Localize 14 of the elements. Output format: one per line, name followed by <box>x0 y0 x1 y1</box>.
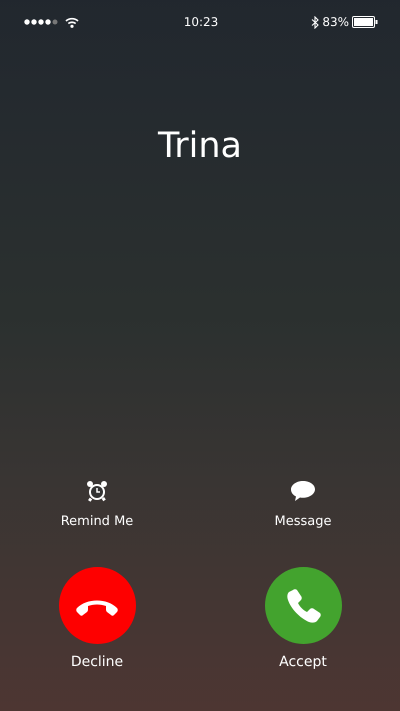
clock-time: 10:23 <box>184 15 218 29</box>
button-label: Decline <box>70 654 124 670</box>
message-button[interactable]: Message <box>238 480 368 529</box>
bluetooth-icon <box>311 16 320 28</box>
battery-percentage: 83% <box>322 15 349 29</box>
remind-me-button[interactable]: Remind Me <box>32 480 162 529</box>
speech-bubble-icon <box>290 480 316 502</box>
signal-strength-icon <box>24 19 59 25</box>
alarm-clock-icon <box>86 480 108 502</box>
battery-icon <box>352 16 378 28</box>
phone-icon <box>285 588 321 624</box>
wifi-icon <box>65 16 79 28</box>
caller-name: Trina <box>156 125 243 168</box>
button-label: Accept <box>279 654 327 670</box>
